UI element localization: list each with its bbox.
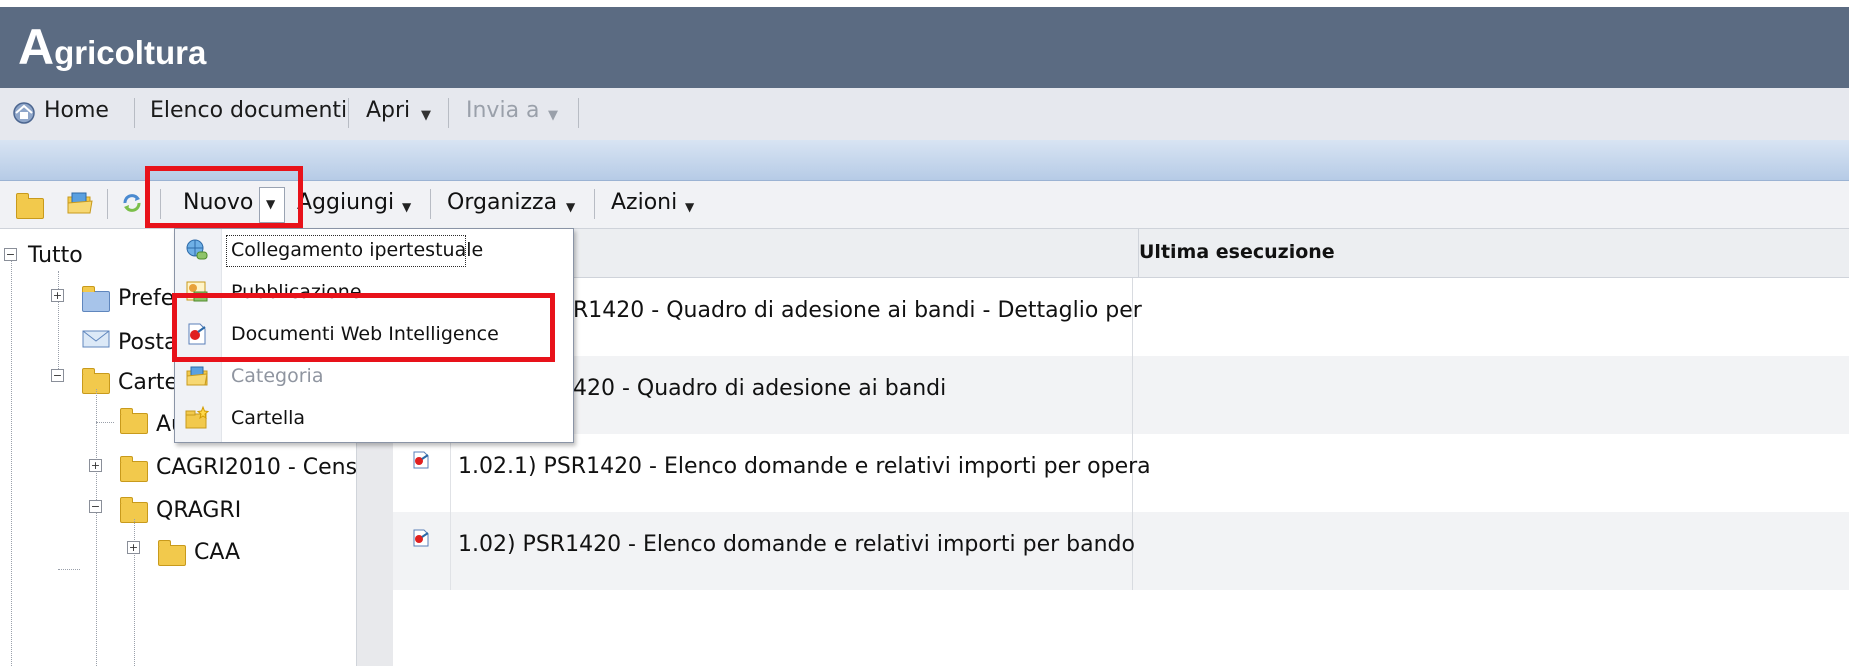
tree-line: [96, 389, 97, 666]
collapse-icon[interactable]: −: [89, 500, 102, 513]
app-title-rest: gricoltura: [54, 34, 207, 71]
cell-divider: [450, 434, 451, 512]
open-menu-button[interactable]: Apri: [366, 98, 410, 123]
document-title[interactable]: 1.02.1) PSR1420 - Elenco domande e relat…: [458, 454, 1151, 479]
open-folder-icon[interactable]: [66, 189, 94, 217]
tree-item-folders[interactable]: Carte: [118, 370, 178, 395]
app-title: Agricoltura: [18, 17, 206, 83]
toolbar-separator: [430, 189, 431, 219]
folder-icon: [158, 540, 186, 566]
documents-grid: Ultima esecuzione R1420 - Quadro di ades…: [393, 229, 1849, 666]
hyperlink-icon: [184, 237, 210, 263]
highlight-box-webi-item: [172, 293, 555, 362]
grid-header: Ultima esecuzione: [393, 229, 1849, 278]
tree-item-favorites[interactable]: Prefe: [118, 286, 174, 311]
tree-item-root[interactable]: Tutto: [28, 243, 83, 268]
nav-separator: [448, 98, 449, 128]
refresh-icon[interactable]: [120, 191, 144, 215]
organize-menu-button[interactable]: Organizza: [447, 190, 557, 215]
tree-line: [58, 271, 59, 379]
chevron-down-icon: ▼: [548, 108, 558, 123]
chevron-down-icon[interactable]: ▼: [421, 108, 431, 123]
table-row[interactable]: 420 - Quadro di adesione ai bandi: [393, 356, 1849, 434]
tree-line: [11, 257, 12, 666]
chevron-down-icon[interactable]: ▼: [402, 200, 411, 214]
column-header-last-run[interactable]: Ultima esecuzione: [1138, 229, 1335, 277]
home-icon[interactable]: [12, 101, 36, 125]
toolbar-separator: [594, 189, 595, 219]
cell-divider: [450, 512, 451, 590]
expand-icon[interactable]: +: [127, 541, 140, 554]
folder-view-icon[interactable]: [16, 193, 44, 219]
chevron-down-icon[interactable]: ▼: [685, 200, 694, 214]
cell-divider: [1132, 356, 1133, 434]
add-menu-button[interactable]: Aggiungi: [297, 190, 394, 215]
webi-document-icon: [411, 528, 431, 548]
expand-icon[interactable]: +: [89, 459, 102, 472]
actions-menu-button[interactable]: Azioni: [611, 190, 677, 215]
home-link[interactable]: Home: [44, 98, 109, 123]
collapse-icon[interactable]: −: [4, 248, 17, 261]
menu-item-label: Collegamento ipertestuale: [231, 239, 484, 261]
folder-icon: [120, 456, 148, 482]
folder-icon: [120, 408, 148, 434]
top-strip: [0, 0, 1849, 7]
table-row[interactable]: R1420 - Quadro di adesione ai bandi - De…: [393, 278, 1849, 356]
expand-icon[interactable]: +: [51, 289, 64, 302]
tree-item-caa[interactable]: CAA: [194, 540, 240, 565]
tree-item-qragri[interactable]: QRAGRI: [156, 498, 241, 523]
column-header-last-run-label: Ultima esecuzione: [1139, 241, 1335, 263]
app-title-bar: Agricoltura: [0, 7, 1849, 88]
tree-line: [96, 422, 114, 423]
inbox-icon: [82, 329, 110, 349]
webi-document-icon: [411, 450, 431, 470]
menu-item-label: Cartella: [231, 407, 306, 429]
menu-item-new-folder[interactable]: Cartella: [175, 399, 573, 441]
documents-list-link[interactable]: Elenco documenti: [150, 98, 347, 123]
toolbar-separator: [107, 189, 108, 219]
tree-item-cagri2010[interactable]: CAGRI2010 - Cens: [156, 455, 357, 480]
nav-separator: [134, 98, 135, 128]
app-title-initial: A: [18, 19, 55, 75]
menu-item-label: Categoria: [231, 365, 324, 387]
tree-line: [58, 569, 80, 570]
favorites-folder-icon: [82, 286, 110, 312]
new-folder-icon: [184, 405, 210, 431]
table-row[interactable]: 1.02) PSR1420 - Elenco domande e relativ…: [393, 512, 1849, 590]
chevron-down-icon[interactable]: ▼: [566, 200, 575, 214]
send-to-menu-button[interactable]: Invia a: [466, 98, 540, 123]
document-title[interactable]: 1.02) PSR1420 - Elenco domande e relativ…: [458, 532, 1135, 557]
nav-separator: [578, 98, 579, 128]
tree-item-inbox[interactable]: Posta: [118, 330, 178, 355]
menu-item-category: Categoria: [175, 357, 573, 399]
menu-item-hyperlink[interactable]: Collegamento ipertestuale: [175, 231, 573, 273]
table-row[interactable]: 1.02.1) PSR1420 - Elenco domande e relat…: [393, 434, 1849, 512]
document-title[interactable]: 420 - Quadro di adesione ai bandi: [573, 376, 946, 401]
document-title[interactable]: R1420 - Quadro di adesione ai bandi - De…: [573, 298, 1142, 323]
collapse-icon[interactable]: −: [51, 369, 64, 382]
navigation-bar: Home Elenco documenti Apri ▼ Invia a ▼: [0, 88, 1849, 141]
nav-separator: [348, 98, 349, 128]
category-icon: [184, 363, 210, 389]
highlight-box-new-button: [145, 166, 303, 228]
